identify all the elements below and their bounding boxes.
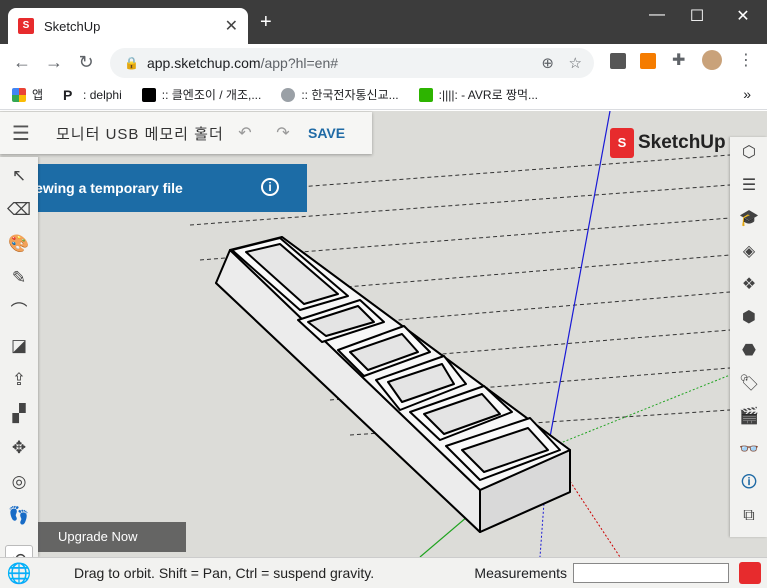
globe-icon[interactable]: 🌐 bbox=[0, 561, 38, 586]
entity-info-icon[interactable]: ⬡ bbox=[735, 139, 763, 167]
line-tool-icon[interactable]: ✎ bbox=[5, 264, 33, 292]
reload-icon[interactable]: ↻ bbox=[70, 52, 102, 73]
bookmark-label: :||||: - AVR로 짱먹... bbox=[438, 88, 539, 102]
file-name[interactable]: 모니터 USB 메모리 홀더 bbox=[56, 123, 226, 144]
rectangle-tool-icon[interactable]: ◪ bbox=[5, 332, 33, 360]
address-bar[interactable]: 🔒 app.sketchup.com/app?hl=en# ⊕ ☆ bbox=[110, 48, 594, 78]
bookmark-clien[interactable]: :: 클엔조이 / 개조,... bbox=[141, 86, 262, 103]
sketchup-logo-mark-icon: S bbox=[610, 128, 634, 158]
display-icon[interactable]: 👓 bbox=[735, 436, 763, 464]
browser-tab-strip: S SketchUp ✕ + — ☐ ✕ bbox=[0, 0, 767, 44]
extensions-puzzle-icon[interactable]: ✚ bbox=[672, 50, 685, 70]
usb-holder-model bbox=[215, 236, 571, 533]
bookmark-delphi[interactable]: P : delphi bbox=[63, 87, 122, 102]
back-arrow-icon[interactable]: ← bbox=[6, 52, 38, 73]
styles-icon[interactable]: ⬣ bbox=[735, 337, 763, 365]
logo-text: SketchUp bbox=[638, 132, 726, 153]
offset-tool-icon[interactable]: ▞ bbox=[5, 400, 33, 428]
hamburger-icon[interactable]: ☰ bbox=[0, 121, 42, 146]
bookmark-label: : delphi bbox=[83, 87, 122, 102]
bookmark-etri[interactable]: :: 한국전자통신교... bbox=[281, 86, 399, 103]
url-host: app.sketchup.com bbox=[146, 55, 261, 71]
bookmark-label: 앱 bbox=[32, 88, 44, 102]
info-icon[interactable]: i bbox=[261, 178, 279, 196]
browser-tab[interactable]: S SketchUp ✕ bbox=[8, 8, 248, 44]
move-tool-icon[interactable]: ✥ bbox=[5, 434, 33, 462]
bookmark-star-icon[interactable]: ☆ bbox=[569, 54, 582, 72]
instructor-icon[interactable]: 🎓 bbox=[735, 205, 763, 233]
status-hint: Drag to orbit. Shift = Pan, Ctrl = suspe… bbox=[74, 565, 375, 581]
measurements-input[interactable] bbox=[573, 563, 729, 583]
blue-axis bbox=[547, 111, 611, 449]
bookmark-label: :: 클엔조이 / 개조,... bbox=[161, 88, 262, 102]
apps-grid-icon bbox=[12, 87, 26, 102]
tape-measure-tool-icon[interactable]: ◎ bbox=[5, 468, 33, 496]
outliner-icon[interactable]: ☰ bbox=[735, 172, 763, 200]
walk-tool-icon[interactable]: 👣 bbox=[5, 502, 33, 530]
minimize-button[interactable]: — bbox=[642, 6, 672, 24]
select-tool-icon[interactable]: ↖ bbox=[5, 162, 33, 190]
save-button[interactable]: SAVE bbox=[308, 125, 345, 141]
bookmarks-bar: 앱 P : delphi :: 클엔조이 / 개조,... :: 한국전자통신교.… bbox=[0, 80, 767, 110]
p-logo-icon: P bbox=[63, 87, 78, 102]
clien-icon bbox=[141, 87, 156, 102]
upgrade-now-button[interactable]: Upgrade Now bbox=[38, 522, 186, 552]
sketchup-header: ☰ 모니터 USB 메모리 홀더 ↶ ↷ SAVE bbox=[0, 112, 372, 154]
model-info-icon[interactable]: 🛈 bbox=[735, 469, 763, 497]
browser-menu-icon[interactable]: ⋮ bbox=[738, 50, 754, 70]
temporary-file-banner: u are viewing a temporary file i bbox=[0, 164, 307, 212]
solid-tools-icon[interactable]: ⬢ bbox=[735, 304, 763, 332]
sketchup-favicon-icon: S bbox=[18, 18, 34, 34]
eraser-tool-icon[interactable]: ⌫ bbox=[5, 196, 33, 224]
app-window: S SketchUp ✕ + — ☐ ✕ ← → ↻ 🔒 app.sketchu… bbox=[0, 0, 767, 588]
redo-icon[interactable]: ↷ bbox=[264, 123, 302, 143]
sketchup-logo: S SketchUp bbox=[610, 128, 726, 158]
forward-arrow-icon[interactable]: → bbox=[38, 52, 70, 73]
push-pull-tool-icon[interactable]: ⇪ bbox=[5, 366, 33, 394]
measurements-label: Measurements bbox=[474, 565, 567, 581]
chat-icon bbox=[418, 87, 433, 102]
materials-icon[interactable]: ◈ bbox=[735, 238, 763, 266]
status-bar: 🌐 Drag to orbit. Shift = Pan, Ctrl = sus… bbox=[0, 557, 767, 588]
close-window-button[interactable]: ✕ bbox=[728, 6, 758, 26]
components-icon[interactable]: ❖ bbox=[735, 271, 763, 299]
globe-icon bbox=[281, 87, 296, 102]
bookmark-apps[interactable]: 앱 bbox=[12, 86, 43, 103]
arc-tool-icon[interactable]: ⌒ bbox=[5, 298, 33, 326]
extension-ex-icon[interactable] bbox=[640, 53, 656, 69]
tags-icon[interactable]: 🏷 bbox=[735, 370, 763, 398]
paint-bucket-tool-icon[interactable]: 🎨 bbox=[5, 230, 33, 258]
scenes-icon[interactable]: 🎬 bbox=[735, 403, 763, 431]
undo-icon[interactable]: ↶ bbox=[226, 123, 264, 143]
new-tab-button[interactable]: + bbox=[260, 12, 272, 32]
tab-close-icon[interactable]: ✕ bbox=[225, 16, 238, 36]
sketchup-small-logo-icon bbox=[739, 562, 761, 584]
browser-toolbar: ← → ↻ 🔒 app.sketchup.com/app?hl=en# ⊕ ☆ … bbox=[0, 44, 767, 80]
url-path: /app?hl=en# bbox=[260, 55, 339, 71]
profile-avatar[interactable] bbox=[702, 50, 722, 70]
bookmark-avr[interactable]: :||||: - AVR로 짱먹... bbox=[418, 86, 539, 103]
bookmarks-more-icon[interactable]: » bbox=[743, 86, 751, 102]
lock-icon: 🔒 bbox=[124, 56, 139, 70]
install-app-icon[interactable]: ⊕ bbox=[541, 54, 554, 72]
right-panel-palette: ⬡ ☰ 🎓 ◈ ❖ ⬢ ⬣ 🏷 🎬 👓 🛈 ⧉ bbox=[730, 137, 767, 537]
left-tool-palette: ↖ ⌫ 🎨 ✎ ⌒ ◪ ⇪ ▞ ✥ ◎ 👣 ⟲ bbox=[0, 157, 38, 573]
tab-title: SketchUp bbox=[44, 18, 101, 34]
maximize-button[interactable]: ☐ bbox=[682, 6, 712, 26]
extension-i-icon[interactable] bbox=[610, 53, 626, 69]
extensions-icon[interactable]: ⧉ bbox=[735, 502, 763, 530]
bookmark-label: :: 한국전자통신교... bbox=[301, 88, 399, 102]
